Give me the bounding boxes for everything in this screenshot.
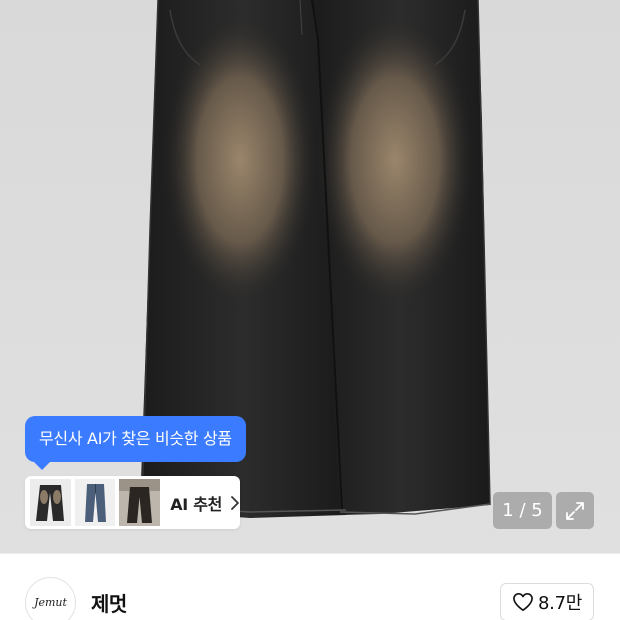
tooltip-arrow	[34, 462, 50, 470]
like-button[interactable]: 8.7만	[500, 583, 594, 620]
expand-image-button[interactable]	[556, 492, 594, 529]
image-page-indicator: 1 / 5	[493, 492, 552, 529]
heart-outline-icon	[513, 593, 533, 611]
recommend-thumbnail-2[interactable]	[74, 479, 116, 526]
brand-name[interactable]: 제멋	[91, 588, 127, 617]
product-photo	[0, 0, 620, 553]
like-count: 8.7만	[538, 593, 582, 614]
product-image-gallery[interactable]: 무신사 AI가 찾은 비슷한 상품 AI 추천 1 / 5	[0, 0, 620, 553]
chevron-right-icon	[231, 495, 239, 510]
recommend-thumbnail-1[interactable]	[30, 479, 71, 526]
brand-row: Jemut 제멋 8.7만	[0, 553, 620, 620]
ai-similar-products-tooltip: 무신사 AI가 찾은 비슷한 상품	[25, 416, 246, 462]
expand-arrows-icon	[566, 501, 584, 520]
brand-logo-text: Jemut	[34, 596, 67, 609]
ai-recommend-label: AI 추천	[170, 494, 223, 514]
recommend-thumbnail-3[interactable]	[119, 479, 161, 526]
ai-recommend-card[interactable]: AI 추천	[25, 476, 240, 529]
brand-logo[interactable]: Jemut	[25, 577, 76, 620]
